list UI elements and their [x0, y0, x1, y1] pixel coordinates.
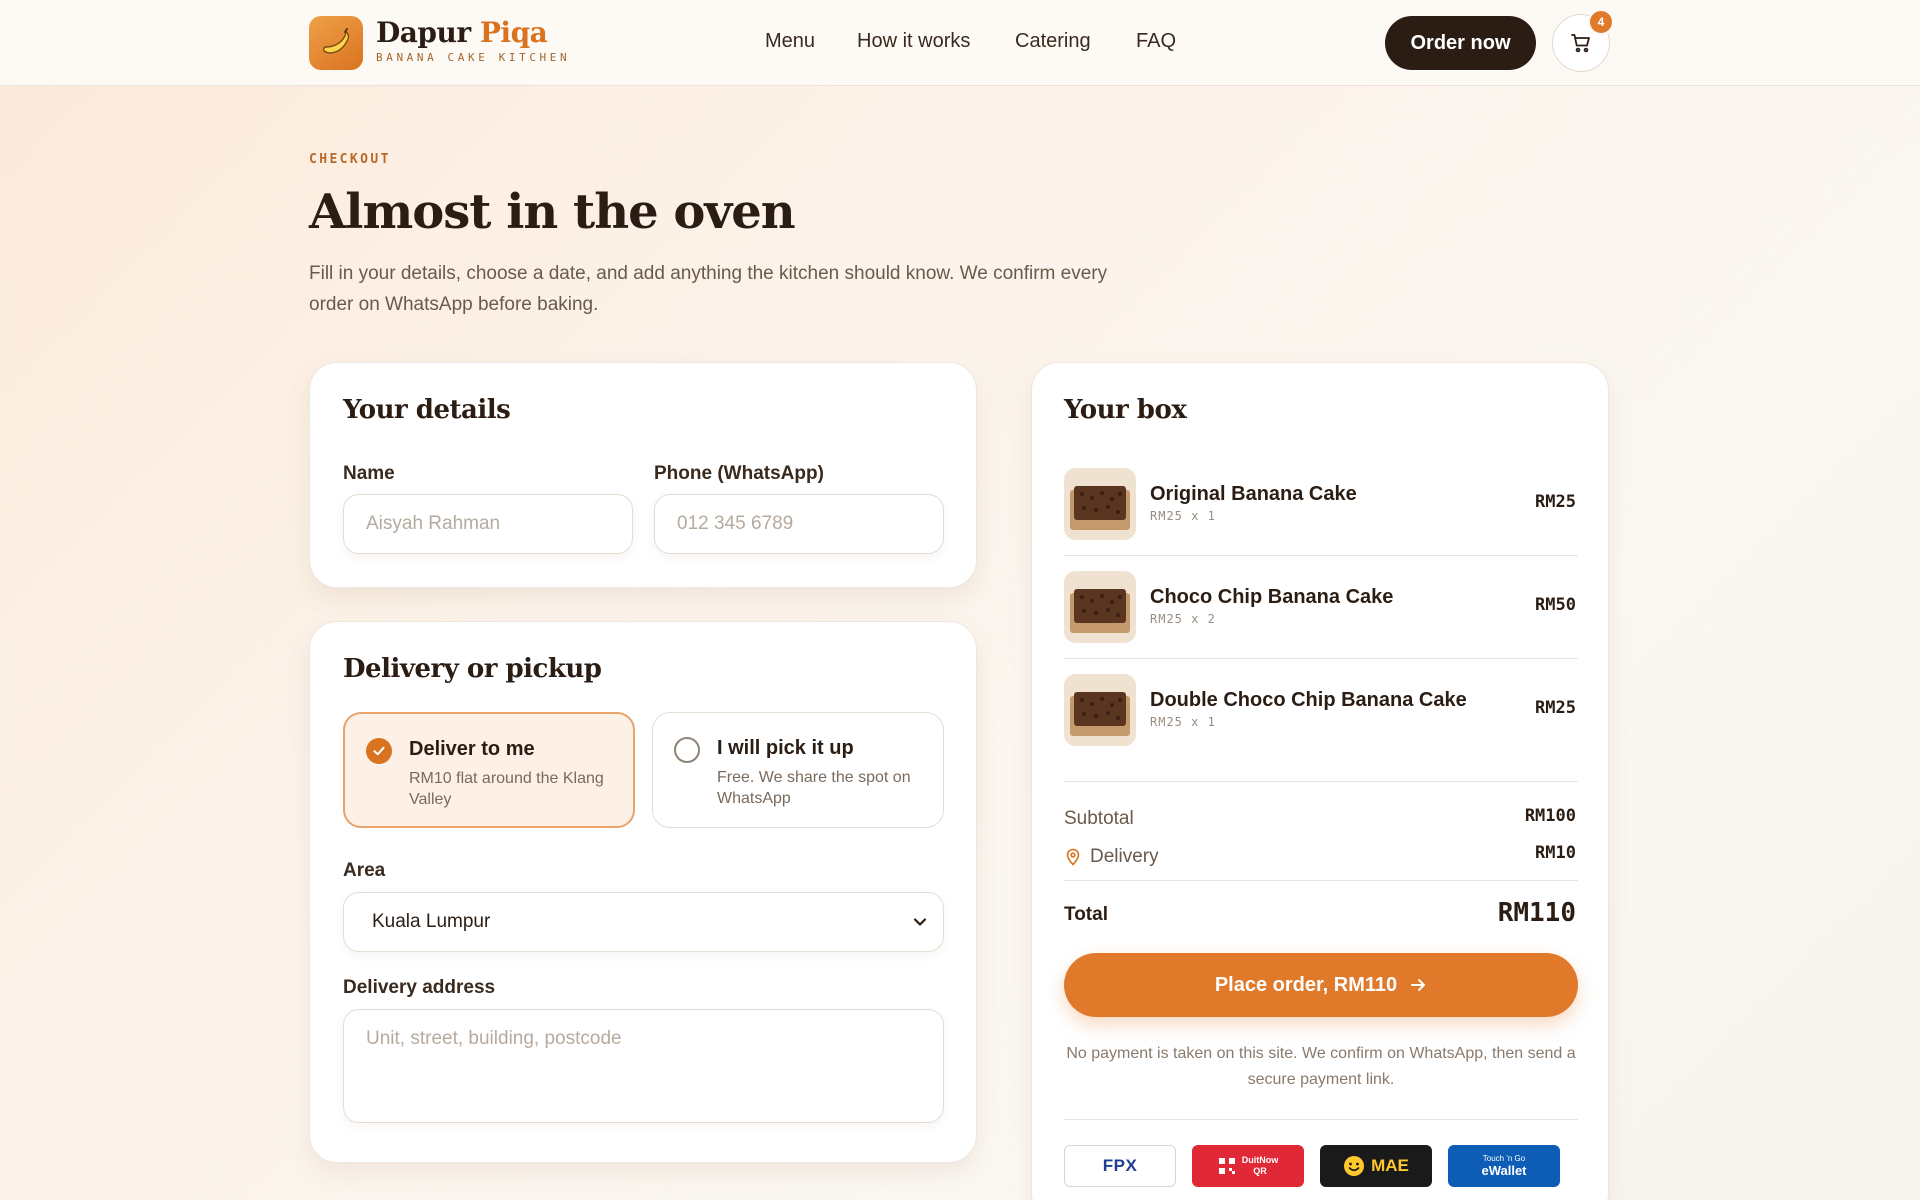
phone-input[interactable]: [654, 494, 944, 554]
item-price: RM50: [1535, 595, 1576, 615]
delivery-title: Delivery or pickup: [343, 654, 602, 684]
nav-link-catering[interactable]: Catering: [1015, 30, 1091, 53]
address-label: Delivery address: [343, 977, 496, 998]
name-label: Name: [343, 463, 395, 484]
deliver-option-title: Deliver to me: [409, 738, 535, 760]
delivery-fee-value: RM10: [1535, 843, 1576, 863]
chevron-down-icon: [913, 918, 927, 926]
mae-label: MAE: [1371, 1156, 1409, 1175]
item-name: Choco Chip Banana Cake: [1150, 586, 1394, 608]
pickup-option[interactable]: I will pick it up Free. We share the spo…: [652, 712, 944, 828]
your-details-title: Your details: [343, 395, 511, 425]
delivery-fee-label: Delivery: [1090, 846, 1159, 867]
name-input[interactable]: [343, 494, 633, 554]
main-nav: Menu How it works Catering FAQ: [0, 30, 1920, 58]
total-value: RM110: [1497, 898, 1576, 928]
duitnow-label: DuitNow: [1241, 1155, 1279, 1165]
subtotal-value: RM100: [1524, 806, 1576, 826]
payments-divider: [1064, 1119, 1578, 1120]
your-box-title: Your box: [1064, 395, 1187, 425]
check-icon: [366, 738, 392, 764]
fpx-badge: FPX: [1064, 1145, 1176, 1187]
area-select[interactable]: Kuala Lumpur: [343, 892, 944, 952]
total-divider: [1064, 880, 1578, 881]
radio-icon: [674, 737, 700, 763]
your-details-card: Your details Name Phone (WhatsApp): [309, 362, 977, 588]
area-select-value: Kuala Lumpur: [372, 911, 491, 932]
delivery-card: Delivery or pickup Deliver to me RM10 fl…: [309, 621, 977, 1163]
order-now-button[interactable]: Order now: [1385, 16, 1536, 70]
item-qty: RM25 x 1: [1150, 509, 1216, 523]
nav-link-menu[interactable]: Menu: [765, 30, 815, 53]
item-price: RM25: [1535, 698, 1576, 718]
deliver-option[interactable]: Deliver to me RM10 flat around the Klang…: [343, 712, 635, 828]
summary-divider: [1064, 781, 1578, 782]
deliver-option-desc: RM10 flat around the Klang Valley: [409, 770, 604, 808]
order-summary-card: Your box Original Banana Cake RM25 x 1 R…: [1031, 362, 1609, 1200]
duitnow-qr-label: QR: [1253, 1166, 1267, 1176]
cart-icon: [1571, 34, 1590, 53]
item-qty: RM25 x 1: [1150, 715, 1216, 729]
item-qty: RM25 x 2: [1150, 612, 1216, 626]
item-thumbnail: [1064, 674, 1136, 746]
top-navigation-bar: Dapur Piqa BANANA CAKE KITCHEN Menu How …: [0, 0, 1920, 86]
mae-badge: MAE: [1320, 1145, 1432, 1187]
checkout-eyebrow: CHECKOUT: [309, 152, 391, 167]
total-label: Total: [1064, 904, 1108, 925]
qr-icon: [1218, 1158, 1235, 1174]
page-subtitle: Fill in your details, choose a date, and…: [309, 263, 1108, 315]
item-divider: [1064, 658, 1578, 659]
nav-link-faq[interactable]: FAQ: [1136, 30, 1176, 53]
item-thumbnail: [1064, 571, 1136, 643]
touch-n-go-badge: Touch 'n Go eWallet: [1448, 1145, 1560, 1187]
location-pin-icon: [1066, 848, 1080, 866]
arrow-right-icon: [1411, 979, 1426, 991]
pickup-option-title: I will pick it up: [717, 737, 854, 759]
payment-note: No payment is taken on this site. We con…: [1066, 1045, 1576, 1088]
pickup-option-desc: Free. We share the spot on WhatsApp: [717, 769, 911, 807]
phone-label: Phone (WhatsApp): [654, 463, 824, 484]
duitnow-qr-badge: DuitNow QR: [1192, 1145, 1304, 1187]
fpx-label: FPX: [1102, 1156, 1138, 1175]
item-name: Double Choco Chip Banana Cake: [1150, 689, 1467, 711]
page-title: Almost in the oven: [309, 184, 796, 240]
ewallet-label: eWallet: [1481, 1163, 1527, 1178]
place-order-label: Place order, RM110: [1214, 973, 1398, 996]
cart-count-badge: 4: [1588, 9, 1614, 35]
address-textarea[interactable]: [343, 1009, 944, 1123]
item-name: Original Banana Cake: [1150, 483, 1357, 505]
place-order-button[interactable]: Place order, RM110: [1064, 953, 1578, 1017]
nav-link-how-it-works[interactable]: How it works: [857, 30, 970, 53]
item-divider: [1064, 555, 1578, 556]
item-thumbnail: [1064, 468, 1136, 540]
item-price: RM25: [1535, 492, 1576, 512]
subtotal-label: Subtotal: [1064, 808, 1134, 829]
area-label: Area: [343, 860, 386, 881]
smiley-icon: [1344, 1156, 1365, 1176]
